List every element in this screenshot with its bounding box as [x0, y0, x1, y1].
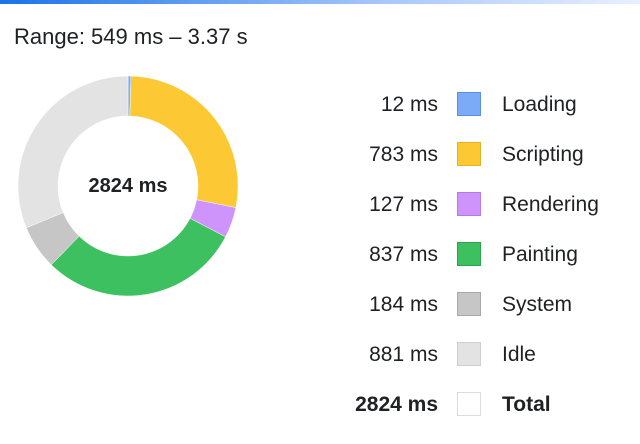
legend-value: 837 ms	[369, 243, 438, 266]
legend-label: Idle	[502, 343, 536, 366]
legend-value: 127 ms	[369, 193, 438, 216]
legend-swatch-painting	[457, 242, 481, 266]
legend-swatch-idle	[457, 342, 481, 366]
donut-chart: 2824 ms	[18, 76, 238, 296]
range-label: Range: 549 ms – 3.37 s	[14, 24, 248, 49]
legend-row-idle: 881 ms Idle	[330, 332, 630, 382]
legend-label: Loading	[502, 93, 577, 116]
legend-row-rendering: 127 ms Rendering	[330, 182, 630, 232]
legend-swatch-rendering	[457, 192, 481, 216]
top-accent-bar	[0, 0, 640, 4]
legend-label: Rendering	[502, 193, 599, 216]
legend-swatch-loading	[457, 92, 481, 116]
legend-value: 881 ms	[369, 343, 438, 366]
legend-label: Scripting	[502, 143, 584, 166]
legend-label: Painting	[502, 243, 578, 266]
legend-row-system: 184 ms System	[330, 282, 630, 332]
legend-label: Total	[502, 393, 551, 416]
legend-row-total: 2824 ms Total	[330, 382, 630, 432]
legend-value: 2824 ms	[355, 393, 438, 416]
legend-value: 184 ms	[369, 293, 438, 316]
legend-label: System	[502, 293, 573, 316]
donut-total-label: 2824 ms	[88, 174, 168, 197]
legend-row-scripting: 783 ms Scripting	[330, 132, 630, 182]
legend-row-painting: 837 ms Painting	[330, 232, 630, 282]
legend-value: 12 ms	[380, 93, 438, 116]
legend-swatch-scripting	[457, 142, 481, 166]
legend-row-loading: 12 ms Loading	[330, 82, 630, 132]
legend-swatch-system	[457, 292, 481, 316]
summary-panel: Range: 549 ms – 3.37 s 2824 ms 12 ms Loa…	[0, 0, 640, 444]
legend: 12 ms Loading 783 ms Scripting 127 ms Re…	[330, 82, 630, 432]
legend-value: 783 ms	[369, 143, 438, 166]
legend-swatch-total	[457, 392, 481, 416]
